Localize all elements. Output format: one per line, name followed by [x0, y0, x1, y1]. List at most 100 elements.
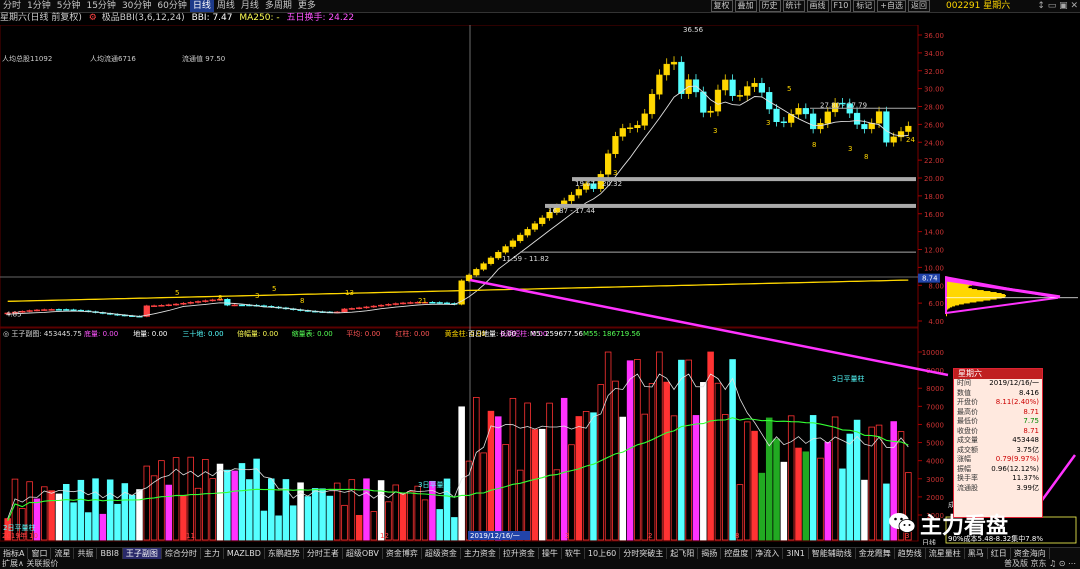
tab-period-5[interactable]: 60分钟 [154, 0, 189, 12]
tool-button-6[interactable]: 标记 [853, 0, 876, 12]
price-tick-label: 16.00 [924, 211, 944, 219]
indicator-tab-23[interactable]: 净流入 [752, 548, 784, 559]
popup-row: 最高价 8.71 [954, 408, 1042, 418]
period-toolbar: 分时 1分钟 5分钟 15分钟 30分钟 60分钟 日线 周线 月线 多周期 更多 复权 叠加 历史 统计… [0, 0, 1080, 13]
volume-bar [575, 416, 583, 541]
candle-body [890, 136, 897, 143]
tab-period-6[interactable]: 日线 [189, 0, 214, 12]
tool-button-1[interactable]: 叠加 [734, 0, 757, 12]
indicator-tab-13[interactable]: 超级资金 [422, 548, 461, 559]
indicator-tab-17[interactable]: 软牛 [562, 548, 585, 559]
volume-bar [480, 452, 487, 541]
candle-body [707, 110, 714, 113]
volume-bar [487, 410, 495, 541]
indicator-tab-27[interactable]: 趋势线 [895, 548, 926, 559]
volume-bar [348, 479, 356, 541]
indicator-tab-29[interactable]: 黑马 [965, 548, 988, 559]
candle-body [180, 302, 187, 305]
indicator-tab-0[interactable]: 指标A [0, 548, 29, 559]
volume-bar [114, 503, 121, 541]
indicator-tab-12[interactable]: 资金博弈 [383, 548, 422, 559]
stock-chart[interactable]: 36.0034.0032.0030.0028.0026.0024.0022.00… [0, 25, 1080, 545]
indicator-tab-3[interactable]: 共振 [74, 548, 98, 559]
volume-bar [509, 397, 517, 541]
candle-body [626, 127, 634, 130]
volume-bar [678, 359, 685, 541]
tab-period-8[interactable]: 月线 [238, 0, 262, 12]
tool-button-2[interactable]: 历史 [758, 0, 781, 12]
tool-button-8[interactable]: 返回 [908, 0, 930, 12]
indicator-tab-15[interactable]: 拉升资金 [500, 548, 539, 559]
tab-period-10[interactable]: 更多 [295, 0, 319, 12]
candle-body [224, 299, 231, 306]
tool-button-3[interactable]: 统计 [782, 0, 805, 12]
tab-period-9[interactable]: 多周期 [262, 0, 295, 12]
candle-body [172, 303, 180, 306]
tab-period-7[interactable]: 周线 [214, 0, 238, 12]
volume-tag: 红柱: 0.00 [395, 329, 429, 338]
volume-bar [787, 415, 795, 541]
count-label: 5 [787, 85, 791, 93]
volume-bar [692, 415, 700, 541]
volume-bar [216, 463, 224, 541]
indicator-tab-20[interactable]: 起飞阳 [667, 548, 699, 559]
indicator-tab-21[interactable]: 揭扬 [698, 548, 722, 559]
candle-body [70, 309, 77, 311]
count-label: 3 [613, 169, 617, 177]
tool-button-4[interactable]: 画线 [806, 0, 829, 12]
popup-row-value: 453448 [1012, 436, 1039, 444]
count-label: 3 [766, 119, 770, 127]
tab-period-4[interactable]: 30分钟 [119, 0, 154, 12]
indicator-tab-9[interactable]: 东鹏趋势 [265, 548, 304, 559]
tab-period-3[interactable]: 15分钟 [83, 0, 118, 12]
tab-period-0[interactable]: 分时 [0, 0, 24, 12]
indicator-tab-1[interactable]: 窗口 [28, 548, 52, 559]
volume-bar [150, 475, 158, 541]
indicator-tab-19[interactable]: 分时突破主 [620, 548, 668, 559]
volume-lines [7, 373, 909, 522]
volume-bar [809, 415, 817, 541]
tool-button-7[interactable]: +自选 [877, 0, 906, 12]
indicator-tab-7[interactable]: 主力 [201, 548, 224, 559]
volume-bar [516, 469, 524, 541]
indicator-tab-14[interactable]: 主力资金 [461, 548, 500, 559]
pointer-arrow [1038, 454, 1077, 504]
indicator-tab-2[interactable]: 流星 [51, 548, 75, 559]
volume-bar [619, 416, 627, 541]
tool-button-5[interactable]: F10 [830, 0, 852, 12]
indicator-tab-16[interactable]: 操牛 [539, 548, 562, 559]
price-tick-label: 14.00 [924, 229, 944, 237]
indicator-tab-8[interactable]: MAZLBD [224, 548, 265, 559]
indicator-tab-10[interactable]: 分时王者 [304, 548, 343, 559]
window-control-icons[interactable]: ↕ ▭ ▣ ✕ [1037, 0, 1078, 12]
indicator-tab-30[interactable]: 红日 [988, 548, 1011, 559]
popup-row: 换手率 11.37% [954, 474, 1042, 484]
count-label: 8 [218, 294, 222, 302]
indicator-tab-31[interactable]: 资金海向 [1011, 548, 1050, 559]
indicator-tab-22[interactable]: 控盘度 [721, 548, 753, 559]
indicator-tab-25[interactable]: 智能辅助线 [809, 548, 856, 559]
tab-period-2[interactable]: 5分钟 [54, 0, 84, 12]
indicator-tab-5[interactable]: 王子副图 [122, 548, 162, 559]
volume-tag: 地量: 0.00 [133, 329, 167, 338]
data-window-popup[interactable]: 星期六 时间 2019/12/16/一 数值 8.416 开盘价 8.11(2.40%) 最… [953, 368, 1043, 518]
tool-button-0[interactable]: 复权 [710, 0, 733, 12]
volume-bar [538, 428, 546, 541]
indicator-tab-18[interactable]: 10上60 [585, 548, 621, 559]
count-label: 8 [812, 141, 816, 149]
indicator-tab-6[interactable]: 综合分时 [162, 548, 201, 559]
indicator-tab-26[interactable]: 金龙霞舞 [856, 548, 895, 559]
price-tick-label: 30.00 [924, 86, 944, 94]
popup-row-label: 数值 [957, 388, 971, 397]
status-left[interactable]: 扩展∧ 关联报价 [2, 559, 58, 569]
indicator-tab-4[interactable]: BBI8 [97, 548, 123, 559]
price-tick-label: 10.00 [924, 264, 944, 272]
indicator-tab-11[interactable]: 超级OBV [343, 548, 383, 559]
indicator-tab-24[interactable]: 3IN1 [783, 548, 809, 559]
indicator-tab-28[interactable]: 流星量柱 [926, 548, 965, 559]
volume-bar [582, 411, 590, 541]
settings-icon[interactable]: ⚙ [89, 13, 97, 23]
tab-period-1[interactable]: 1分钟 [24, 0, 54, 12]
popup-row-value: 8.11(2.40%) [995, 398, 1039, 406]
indicator-name[interactable]: 极品BBI(3,6,12,24) [102, 13, 185, 23]
